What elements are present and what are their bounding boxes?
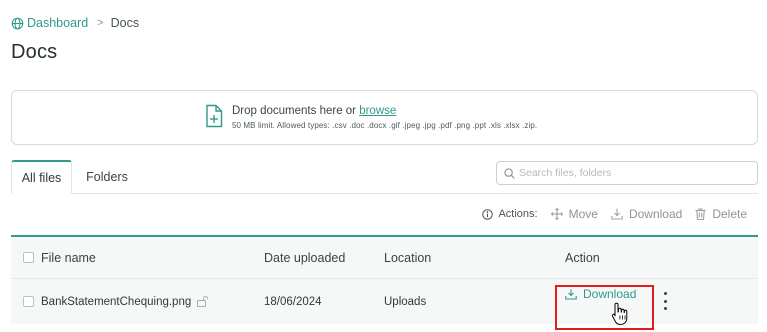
bulk-download-button[interactable]: Download	[611, 207, 682, 221]
download-icon	[611, 208, 623, 220]
upload-dropzone[interactable]: Drop documents here or browse 50 MB limi…	[11, 90, 758, 145]
header-location: Location	[384, 250, 432, 265]
unlock-icon	[197, 296, 209, 307]
header-file-name-label: File name	[41, 250, 96, 265]
dropzone-prompt: Drop documents here or	[232, 105, 360, 117]
breadcrumb-dashboard-link[interactable]: Dashboard	[11, 16, 88, 30]
breadcrumb-separator: >	[97, 17, 104, 29]
cell-date-uploaded: 18/06/2024	[264, 295, 322, 308]
move-label: Move	[568, 207, 598, 221]
cell-file-name: BankStatementChequing.png	[23, 296, 209, 308]
header-date-uploaded: Date uploaded	[264, 250, 346, 265]
tab-all-files[interactable]: All files	[11, 160, 72, 194]
kebab-dot	[663, 292, 667, 295]
cell-location: Uploads	[384, 295, 427, 308]
row-checkbox[interactable]	[23, 296, 34, 307]
search-icon	[504, 167, 515, 179]
info-icon	[482, 208, 494, 220]
bulk-download-label: Download	[628, 207, 683, 221]
row-more-options-button[interactable]	[661, 290, 669, 312]
header-file-name: File name	[23, 251, 96, 265]
search-box[interactable]	[496, 161, 758, 185]
breadcrumb-current: Docs	[110, 16, 140, 30]
kebab-dot	[663, 299, 667, 303]
file-add-icon	[206, 104, 223, 128]
hand-cursor-icon	[612, 302, 628, 325]
header-action: Action	[565, 250, 600, 265]
row-download-label: Download	[583, 287, 637, 301]
kebab-dot	[663, 307, 667, 310]
move-icon	[550, 208, 563, 220]
bulk-actions-bar: Actions: Move Download Delete	[482, 207, 747, 221]
delete-label: Delete	[712, 207, 747, 221]
move-button[interactable]: Move	[550, 207, 598, 221]
browse-link[interactable]: browse	[359, 105, 396, 117]
trash-icon	[695, 208, 706, 220]
delete-button[interactable]: Delete	[695, 207, 747, 221]
files-table: File name Date uploaded Location Action …	[11, 235, 758, 324]
table-header: File name Date uploaded Location Action	[11, 235, 758, 279]
dropzone-limits: 50 MB limit. Allowed types: .csv .doc .d…	[232, 121, 538, 130]
table-row: BankStatementChequing.png 18/06/2024 Upl…	[11, 279, 758, 324]
select-all-checkbox[interactable]	[23, 252, 34, 263]
page-title: Docs	[11, 41, 58, 63]
search-input[interactable]	[519, 167, 749, 179]
actions-label: Actions:	[482, 208, 538, 220]
actions-label-text: Actions:	[498, 208, 538, 220]
breadcrumb: Dashboard > Docs	[11, 15, 139, 31]
row-download-button[interactable]: Download	[565, 287, 636, 301]
globe-icon	[11, 17, 24, 29]
breadcrumb-dashboard-label: Dashboard	[27, 16, 89, 30]
tab-folders[interactable]: Folders	[72, 160, 142, 194]
file-name-link[interactable]: BankStatementChequing.png	[41, 296, 191, 308]
download-icon	[565, 289, 577, 300]
